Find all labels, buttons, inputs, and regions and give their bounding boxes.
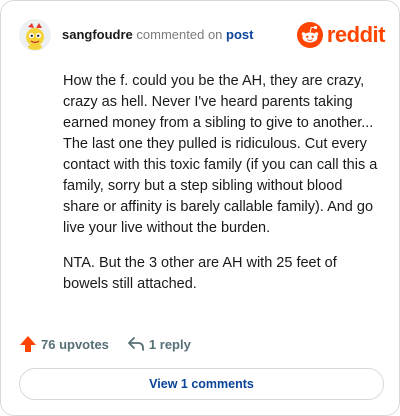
reddit-logo[interactable]: reddit (296, 21, 386, 49)
username-link[interactable]: sangfoudre (62, 27, 133, 42)
upvote-count: 76 upvotes (41, 336, 109, 352)
upvote-arrow-icon (20, 336, 36, 352)
byline: sangfoudre commented on post (62, 27, 254, 42)
upvote-button[interactable]: 76 upvotes (19, 335, 109, 353)
byline-verb: commented on (136, 27, 223, 42)
comment-paragraph: NTA. But the 3 other are AH with 25 feet… (63, 255, 337, 292)
reply-count: 1 reply (148, 336, 191, 352)
comment-paragraph: How the f. could you be the AH, they are… (63, 73, 378, 236)
reply-button[interactable]: 1 reply (127, 336, 191, 352)
reddit-snoo-icon (296, 22, 323, 48)
comment-body: How the f. could you be the AH, they are… (63, 71, 379, 309)
reddit-wordmark: reddit (326, 22, 386, 47)
post-link[interactable]: post (226, 27, 253, 42)
comment-header: sangfoudre commented on post reddit (19, 19, 386, 51)
comment-actions: 76 upvotes 1 reply (19, 334, 209, 354)
view-comments-button[interactable]: View 1 comments (19, 368, 384, 400)
avatar[interactable] (19, 19, 51, 51)
comment-card: sangfoudre commented on post reddit How … (0, 0, 400, 416)
reply-arrow-icon (128, 337, 144, 351)
snoo-avatar-icon (19, 19, 51, 51)
